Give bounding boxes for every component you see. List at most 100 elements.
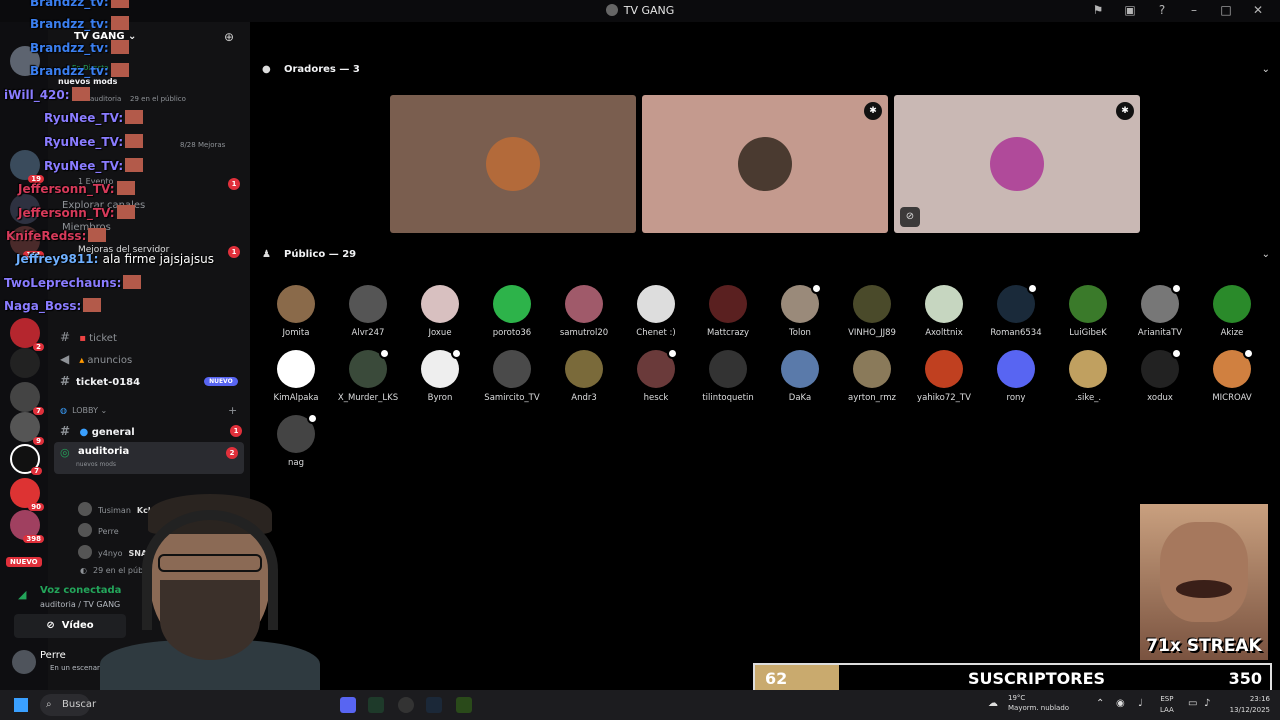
- chevron-down-icon[interactable]: ⌄: [1262, 64, 1270, 75]
- avatar: [997, 283, 1038, 323]
- category-lobby[interactable]: ◍ LOBBY ⌄: [60, 406, 107, 415]
- audience-member[interactable]: LuiGibeK: [1054, 285, 1122, 338]
- audience-member[interactable]: poroto36: [478, 285, 546, 338]
- windows-start-icon[interactable]: [14, 698, 28, 712]
- server-icon[interactable]: 161: [10, 226, 44, 259]
- audience-member[interactable]: Mattcrazy: [694, 285, 762, 338]
- server-icon[interactable]: 398: [10, 510, 44, 543]
- events-item[interactable]: 1 Evento 1: [78, 177, 240, 190]
- audience-member[interactable]: KimAlpaka: [262, 350, 330, 403]
- discord-icon[interactable]: [340, 697, 356, 713]
- camera-icon: ⊘: [46, 620, 55, 631]
- ticket-icon: ▪: [79, 333, 86, 344]
- audience-member[interactable]: samutrol20: [550, 285, 618, 338]
- audience-member[interactable]: Andr3: [550, 350, 618, 403]
- audience-member[interactable]: nag: [262, 413, 330, 468]
- inbox-icon[interactable]: ⚑: [1090, 3, 1106, 17]
- audience-member[interactable]: Jomita: [262, 285, 330, 338]
- chevron-down-icon[interactable]: ⌄: [1262, 249, 1270, 260]
- status-marker-icon: [307, 413, 318, 424]
- audience-name: .sike_.: [1074, 393, 1102, 403]
- streak-overlay: 71x STREAK: [1140, 504, 1268, 660]
- audience-member[interactable]: Joxue: [406, 285, 474, 338]
- audience-member[interactable]: Samircito_TV: [478, 350, 546, 403]
- maximize-button[interactable]: □: [1218, 3, 1234, 17]
- audience-member[interactable]: Byron: [406, 348, 474, 403]
- audience-member[interactable]: xodux: [1126, 348, 1194, 403]
- weather[interactable]: 19°C Mayorm. nublado: [1008, 693, 1069, 713]
- server-name[interactable]: TV GANG ⌄: [74, 31, 136, 42]
- channel-label[interactable]: nuevos mods: [58, 77, 117, 86]
- weather-icon[interactable]: ☁: [988, 698, 998, 709]
- chevron-up-icon[interactable]: ⌃: [1096, 698, 1104, 709]
- avatar: [493, 350, 531, 388]
- server-icon[interactable]: 9: [10, 412, 44, 445]
- server-icon[interactable]: [10, 46, 40, 76]
- server-icon[interactable]: [10, 194, 40, 224]
- audience-member[interactable]: ayrton_rmz: [838, 350, 906, 403]
- audience-member[interactable]: hesck: [622, 348, 690, 403]
- server-icon[interactable]: 19: [10, 150, 44, 183]
- help-icon[interactable]: ?: [1154, 3, 1170, 17]
- volume-icon[interactable]: ♪: [1204, 698, 1210, 709]
- taskbar: ⌕ Buscar ☁ 19°C Mayorm. nublado ⌃ ◉ ♩ ESP L…: [0, 690, 1280, 720]
- speaker-tile[interactable]: [390, 95, 636, 233]
- audience-member[interactable]: ArianitaTV: [1126, 283, 1194, 338]
- audience-member[interactable]: MICROAV: [1198, 348, 1266, 403]
- audience-member[interactable]: Chenet :): [622, 285, 690, 338]
- audience-member[interactable]: X_Murder_LKS: [334, 348, 402, 403]
- channel-ticket[interactable]: # ▪ ticket: [60, 330, 117, 344]
- server-boosts[interactable]: Mejoras del servidor 1: [78, 245, 240, 258]
- goal-target: 350: [1228, 669, 1262, 688]
- people-icon: ♟: [262, 249, 271, 260]
- network-icon[interactable]: ◉: [1116, 698, 1125, 709]
- server-icon[interactable]: 2: [10, 318, 44, 351]
- speaker-tile[interactable]: ✱ ⊘: [894, 95, 1140, 233]
- explore-channels[interactable]: Explorar canales: [62, 200, 145, 211]
- unread-badge: 2: [226, 447, 238, 459]
- server-icon[interactable]: 7: [10, 382, 44, 415]
- add-member-icon[interactable]: ⊕: [224, 30, 234, 44]
- audience-member[interactable]: Axolttnix: [910, 285, 978, 338]
- audience-member[interactable]: Tolon: [766, 283, 834, 338]
- channel-auditoria[interactable]: ◎ auditoria nuevos mods 2: [54, 442, 244, 474]
- channel-anuncios[interactable]: ◀ ▴ anuncios: [60, 352, 132, 366]
- microphone-icon[interactable]: ♩: [1138, 698, 1143, 709]
- channel-ticket-0184[interactable]: # ticket-0184 NUEVO: [60, 374, 238, 388]
- audience-member[interactable]: VINHO_JJ89: [838, 285, 906, 338]
- monitor-icon[interactable]: ▭: [1188, 698, 1197, 709]
- members-item[interactable]: Miembros: [62, 222, 111, 233]
- app-icon[interactable]: [456, 697, 472, 713]
- screen-share-icon[interactable]: ▣: [1122, 3, 1138, 17]
- taskbar-search[interactable]: ⌕ Buscar: [40, 694, 96, 716]
- audience-member[interactable]: Akize: [1198, 285, 1266, 338]
- audience-member[interactable]: .sike_.: [1054, 350, 1122, 403]
- audience-name: Tolon: [789, 328, 811, 338]
- audience-member[interactable]: DaKa: [766, 350, 834, 403]
- avatar: [637, 348, 678, 388]
- close-button[interactable]: ✕: [1250, 3, 1266, 17]
- audience-name: Akize: [1220, 328, 1244, 338]
- terminal-icon[interactable]: [368, 697, 384, 713]
- minimize-button[interactable]: –: [1186, 3, 1202, 17]
- server-icon[interactable]: 90: [10, 478, 44, 511]
- boost-progress[interactable]: 8/28 Mejoras: [180, 141, 225, 149]
- audience-member[interactable]: yahiko72_TV: [910, 350, 978, 403]
- server-icon[interactable]: 7: [10, 444, 42, 475]
- audience-member[interactable]: rony: [982, 350, 1050, 403]
- audience-member[interactable]: tilintoquetin: [694, 350, 762, 403]
- channel-general[interactable]: # ● general 1: [60, 424, 242, 438]
- steam-icon[interactable]: [426, 697, 442, 713]
- speaker-tile[interactable]: ✱: [642, 95, 888, 233]
- add-channel-icon[interactable]: +: [228, 404, 237, 417]
- channel-label[interactable]: auditoria: [90, 95, 121, 103]
- audience-member[interactable]: Alvr247: [334, 285, 402, 338]
- audience-member[interactable]: Roman6534: [982, 283, 1050, 338]
- clock[interactable]: 23:16 13/12/2025: [1220, 694, 1270, 716]
- audience-name: Jomita: [282, 328, 310, 338]
- avatar: [990, 137, 1044, 191]
- obs-icon[interactable]: [398, 697, 414, 713]
- avatar: [853, 350, 891, 388]
- server-icon[interactable]: [10, 348, 40, 378]
- language-indicator[interactable]: ESP LAA: [1160, 694, 1174, 716]
